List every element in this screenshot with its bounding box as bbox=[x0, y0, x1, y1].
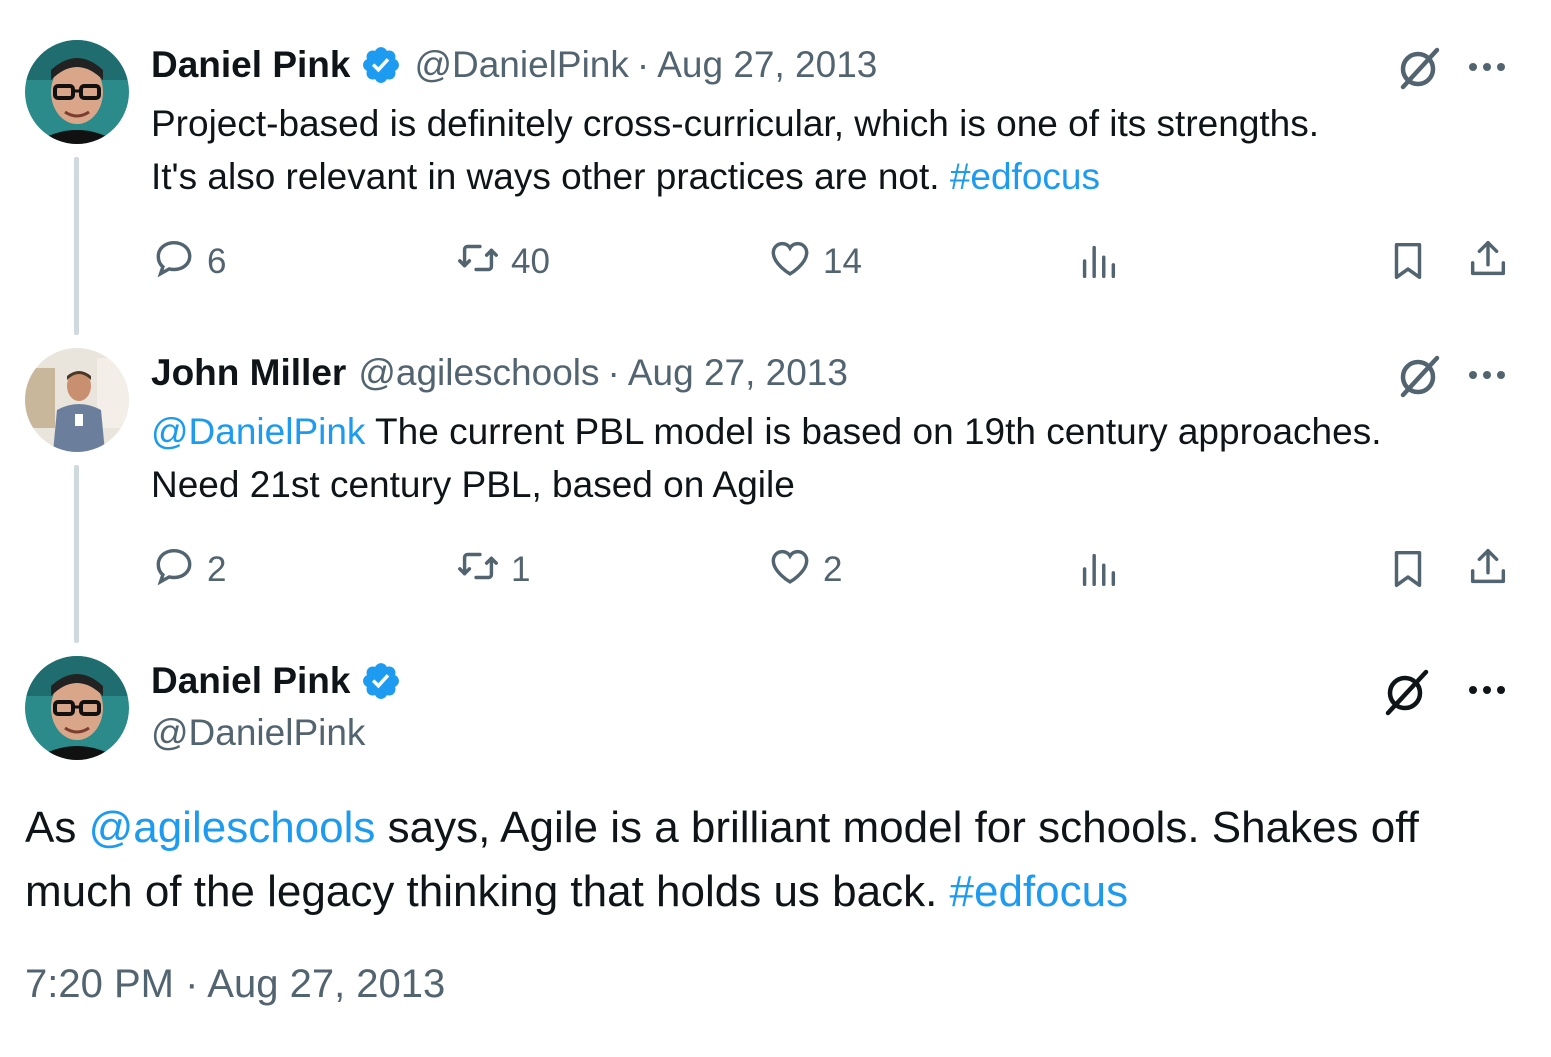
bookmark-icon bbox=[1385, 238, 1431, 293]
tweet-text-line: As @agileschools says, Agile is a brilli… bbox=[25, 796, 1419, 860]
grok-icon[interactable] bbox=[1393, 40, 1447, 94]
tweet-date[interactable]: Aug 27, 2013 bbox=[628, 352, 848, 394]
separator: · bbox=[636, 44, 650, 85]
more-icon[interactable] bbox=[1460, 675, 1514, 705]
like-count: 2 bbox=[823, 550, 843, 589]
thread-connector bbox=[74, 157, 79, 335]
views-icon bbox=[1075, 546, 1121, 601]
retweet-count: 1 bbox=[511, 550, 531, 589]
tweet-text-line: much of the legacy thinking that holds u… bbox=[25, 860, 1419, 924]
retweet-button[interactable]: 40 bbox=[455, 237, 550, 287]
tweet-text-line: It's also relevant in ways other practic… bbox=[151, 150, 1319, 203]
mention-link[interactable]: @agileschools bbox=[89, 803, 376, 852]
hashtag-link[interactable]: #edfocus bbox=[950, 156, 1100, 197]
reply-count: 2 bbox=[207, 550, 227, 589]
verified-badge-icon bbox=[360, 44, 402, 86]
like-button[interactable]: 2 bbox=[767, 545, 842, 595]
avatar[interactable] bbox=[25, 656, 129, 760]
grok-icon[interactable] bbox=[1380, 664, 1434, 718]
tweet-text-line: Need 21st century PBL, based on Agile bbox=[151, 458, 1382, 511]
text: It's also relevant in ways other practic… bbox=[151, 156, 950, 197]
author-handle[interactable]: @agileschools bbox=[358, 352, 599, 394]
reply-button[interactable]: 2 bbox=[151, 545, 226, 595]
retweet-icon bbox=[455, 543, 501, 598]
tweet-header: John Miller @agileschools · Aug 27, 2013 bbox=[151, 348, 848, 398]
grok-icon[interactable] bbox=[1393, 348, 1447, 402]
tweet-timestamp[interactable]: 7:20 PM · Aug 27, 2013 bbox=[25, 962, 445, 1007]
text: says, Agile is a brilliant model for sch… bbox=[375, 803, 1419, 852]
tweet-text: Project-based is definitely cross-curric… bbox=[151, 97, 1319, 203]
text: As bbox=[25, 803, 89, 852]
author-name[interactable]: Daniel Pink bbox=[151, 660, 350, 702]
more-icon[interactable] bbox=[1460, 360, 1514, 390]
main-tweet-text: As @agileschools says, Agile is a brilli… bbox=[25, 796, 1419, 924]
author-name[interactable]: John Miller bbox=[151, 352, 346, 394]
tweet-header: Daniel Pink bbox=[151, 656, 402, 706]
text: Need 21st century PBL, based on Agile bbox=[151, 464, 795, 505]
author-handle[interactable]: @DanielPink bbox=[151, 712, 365, 754]
tweet-header: Daniel Pink @DanielPink · Aug 27, 2013 bbox=[151, 40, 877, 90]
text: The current PBL model is based on 19th c… bbox=[365, 411, 1382, 452]
retweet-count: 40 bbox=[511, 242, 550, 281]
mention-link[interactable]: @DanielPink bbox=[151, 411, 365, 452]
bookmark-icon bbox=[1385, 546, 1431, 601]
reply-count: 6 bbox=[207, 242, 227, 281]
separator: · bbox=[607, 352, 620, 393]
avatar[interactable] bbox=[25, 348, 129, 452]
share-icon bbox=[1465, 544, 1511, 599]
like-button[interactable]: 14 bbox=[767, 237, 862, 287]
like-count: 14 bbox=[823, 242, 862, 281]
views-button[interactable] bbox=[1075, 548, 1121, 598]
share-button[interactable] bbox=[1465, 546, 1511, 596]
retweet-button[interactable]: 1 bbox=[455, 545, 530, 595]
views-icon bbox=[1075, 238, 1121, 293]
verified-badge-icon bbox=[360, 660, 402, 702]
avatar[interactable] bbox=[25, 40, 129, 144]
like-icon bbox=[767, 235, 813, 290]
retweet-icon bbox=[455, 235, 501, 290]
bookmark-button[interactable] bbox=[1385, 548, 1431, 598]
tweet-text-line: @DanielPink The current PBL model is bas… bbox=[151, 405, 1382, 458]
author-name[interactable]: Daniel Pink bbox=[151, 44, 350, 86]
author-handle[interactable]: @DanielPink bbox=[414, 44, 628, 86]
more-icon[interactable] bbox=[1460, 52, 1514, 82]
tweet-text-line: Project-based is definitely cross-curric… bbox=[151, 97, 1319, 150]
like-icon bbox=[767, 543, 813, 598]
reply-button[interactable]: 6 bbox=[151, 237, 226, 287]
tweet-date[interactable]: Aug 27, 2013 bbox=[657, 44, 877, 86]
hashtag-link[interactable]: #edfocus bbox=[950, 867, 1129, 916]
reply-icon bbox=[151, 235, 197, 290]
share-button[interactable] bbox=[1465, 238, 1511, 288]
text: much of the legacy thinking that holds u… bbox=[25, 867, 950, 916]
share-icon bbox=[1465, 236, 1511, 291]
reply-icon bbox=[151, 543, 197, 598]
text: Project-based is definitely cross-curric… bbox=[151, 103, 1320, 144]
tweet-text: @DanielPink The current PBL model is bas… bbox=[151, 405, 1382, 511]
views-button[interactable] bbox=[1075, 240, 1121, 290]
thread-connector bbox=[74, 465, 79, 643]
bookmark-button[interactable] bbox=[1385, 240, 1431, 290]
